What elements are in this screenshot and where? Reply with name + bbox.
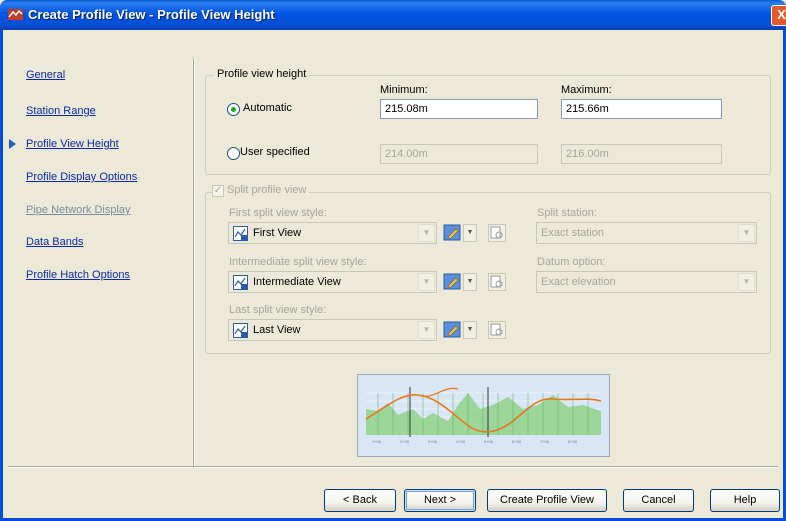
split-station-label: Split station:	[537, 207, 597, 219]
split-station-select: Exact station ▼	[536, 222, 757, 244]
radio-selected-dot	[231, 107, 236, 112]
datum-option-label: Datum option:	[537, 256, 606, 268]
preview-station-label: 2+00	[400, 439, 410, 444]
preview-station-label: 3+00	[428, 439, 438, 444]
view-style-icon	[233, 226, 248, 241]
edit-style-icon	[443, 321, 461, 338]
window-title: Create Profile View - Profile View Heigh…	[28, 7, 275, 22]
help-button[interactable]: Help	[710, 489, 780, 512]
nav-item-station-range[interactable]: Station Range	[26, 105, 96, 117]
preview-station-label: 4+00	[456, 439, 466, 444]
nav-item-profile-display-options[interactable]: Profile Display Options	[26, 171, 137, 183]
view-style-icon	[233, 323, 248, 338]
pick-from-drawing-icon	[488, 273, 506, 291]
last-split-style-value: Last View	[253, 324, 301, 336]
nav-item-profile-view-height[interactable]: Profile View Height	[26, 138, 119, 150]
current-page-arrow-icon	[9, 139, 16, 149]
cancel-button[interactable]: Cancel	[623, 489, 694, 512]
create-profile-view-button-label: Create Profile View	[500, 494, 594, 506]
preview-station-label: 5+00	[484, 439, 494, 444]
preview-station-label: 8+00	[568, 439, 578, 444]
chevron-down-icon: ▼	[418, 321, 435, 339]
last-split-style-label: Last split view style:	[229, 304, 327, 316]
preview-station-label: 1+00	[372, 439, 382, 444]
app-icon	[8, 9, 23, 20]
automatic-radio[interactable]	[227, 103, 240, 116]
title-bar: Create Profile View - Profile View Heigh…	[0, 0, 786, 30]
user-minimum-field: 214.00m	[380, 144, 538, 164]
user-specified-radio[interactable]	[227, 147, 240, 160]
automatic-maximum-field[interactable]: 215.66m	[561, 99, 722, 119]
preview-station-label: 7+00	[540, 439, 550, 444]
intermediate-split-style-value: Intermediate View	[253, 276, 341, 288]
view-style-icon	[233, 275, 248, 290]
edit-style-dropdown-icon: ▼	[463, 321, 477, 339]
split-profile-view-label: Split profile view	[224, 184, 310, 196]
chevron-down-icon: ▼	[418, 224, 435, 242]
first-split-style-select: First View ▼	[228, 222, 437, 244]
edit-style-icon	[443, 273, 461, 290]
first-split-style-value: First View	[253, 227, 302, 239]
chevron-down-icon: ▼	[738, 273, 755, 291]
profile-preview-graphic: 1+00 2+00 3+00 4+00 5+00 6+00 7+00 8+00	[358, 375, 609, 456]
first-split-style-label: First split view style:	[229, 207, 327, 219]
help-button-label: Help	[733, 494, 757, 506]
split-station-value: Exact station	[541, 227, 604, 239]
close-button[interactable]: X	[771, 5, 786, 26]
create-profile-view-button[interactable]: Create Profile View	[487, 489, 607, 512]
datum-option-value: Exact elevation	[541, 276, 616, 288]
automatic-minimum-field[interactable]: 215.08m	[380, 99, 538, 119]
nav-item-profile-hatch-options[interactable]: Profile Hatch Options	[26, 269, 130, 281]
preview-station-label: 6+00	[512, 439, 522, 444]
pick-from-drawing-icon	[488, 224, 506, 242]
next-button-label: Next >	[423, 494, 457, 506]
pick-from-drawing-icon	[488, 321, 506, 339]
chevron-down-icon: ▼	[738, 224, 755, 242]
nav-item-general[interactable]: General	[26, 69, 65, 81]
automatic-label[interactable]: Automatic	[243, 102, 292, 114]
back-button[interactable]: < Back	[324, 489, 396, 512]
split-view-preview: 1+00 2+00 3+00 4+00 5+00 6+00 7+00 8+00	[357, 374, 610, 457]
edit-style-dropdown-icon: ▼	[463, 273, 477, 291]
nav-item-data-bands[interactable]: Data Bands	[26, 236, 83, 248]
cancel-button-label: Cancel	[641, 494, 676, 506]
minimum-label: Minimum:	[380, 84, 428, 96]
footer-divider	[8, 466, 778, 468]
chevron-down-icon: ▼	[418, 273, 435, 291]
user-specified-label[interactable]: User specified	[240, 146, 310, 158]
datum-option-select: Exact elevation ▼	[536, 271, 757, 293]
nav-item-pipe-network-display: Pipe Network Display	[26, 204, 131, 216]
next-button[interactable]: Next >	[404, 489, 476, 512]
nav-divider	[193, 58, 195, 466]
user-maximum-field: 216.00m	[561, 144, 722, 164]
split-profile-view-checkbox: ✓	[212, 185, 224, 197]
back-button-label: < Back	[343, 494, 377, 506]
edit-style-dropdown-icon: ▼	[463, 224, 477, 242]
edit-style-icon	[443, 224, 461, 241]
maximum-label: Maximum:	[561, 84, 612, 96]
intermediate-split-style-select: Intermediate View ▼	[228, 271, 437, 293]
last-split-style-select: Last View ▼	[228, 319, 437, 341]
intermediate-split-style-label: Intermediate split view style:	[229, 256, 367, 268]
profile-view-height-group-label: Profile view height	[214, 68, 310, 80]
